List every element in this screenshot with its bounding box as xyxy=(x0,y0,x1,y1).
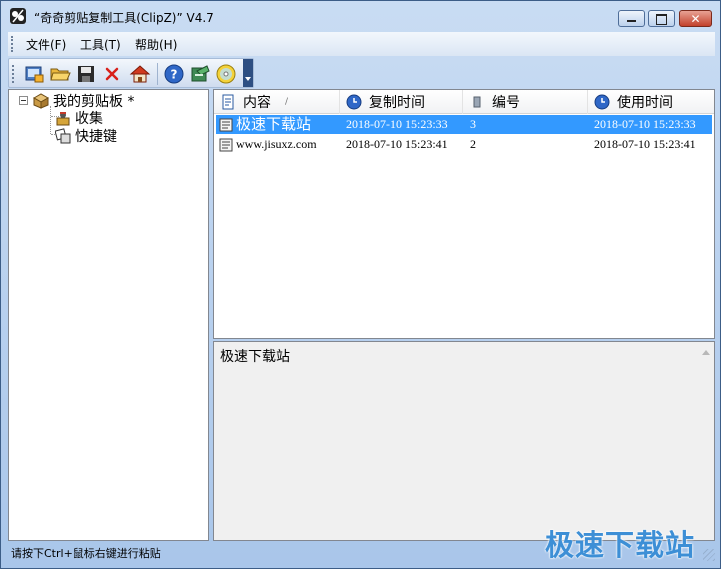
delete-icon[interactable] xyxy=(101,63,123,85)
maximize-button[interactable] xyxy=(648,10,675,27)
app-window: “奇奇剪贴复制工具(ClipZ)” V4.7 ✕ 文件(F) 工具(T) 帮助(… xyxy=(0,0,721,569)
preview-text: 极速下载站 xyxy=(220,349,290,365)
id-icon xyxy=(473,96,481,108)
help-icon[interactable]: ? xyxy=(163,63,185,85)
status-text: 请按下Ctrl+鼠标右键进行粘贴 xyxy=(11,547,161,560)
column-content-label: 内容 xyxy=(243,95,271,111)
menu-file[interactable]: 文件(F) xyxy=(26,36,66,53)
tree-item-shortcuts-label: 快捷键 xyxy=(75,129,117,145)
clipboard-tree[interactable]: 我的剪贴板 * 收集 快捷键 xyxy=(8,89,209,541)
title-bar[interactable]: “奇奇剪贴复制工具(ClipZ)” V4.7 ✕ xyxy=(1,1,720,31)
svg-text:?: ? xyxy=(171,68,178,82)
toolbar-grip[interactable] xyxy=(12,65,15,83)
home-icon[interactable] xyxy=(129,63,151,85)
row-content: www.jisuxz.com xyxy=(218,136,317,153)
row-content-text: 极速下载站 xyxy=(236,115,312,133)
save-icon[interactable] xyxy=(75,63,97,85)
collect-icon xyxy=(56,112,70,126)
column-header-use-time[interactable]: 使用时间 xyxy=(588,90,714,114)
row-use-time: 2018-07-10 15:23:41 xyxy=(594,137,696,151)
menu-bar: 文件(F) 工具(T) 帮助(H) xyxy=(8,32,715,56)
text-clip-icon xyxy=(219,138,233,151)
open-folder-icon[interactable] xyxy=(49,63,71,85)
close-button[interactable]: ✕ xyxy=(679,10,712,27)
watermark-text: 极速下载站 xyxy=(545,528,696,562)
column-id-label: 编号 xyxy=(492,95,520,111)
window-title: “奇奇剪贴复制工具(ClipZ)” V4.7 xyxy=(34,11,214,25)
list-header: 内容 / 复制时间 编号 使用时间 xyxy=(214,90,714,114)
list-row[interactable]: www.jisuxz.com 2018-07-10 15:23:41 2 201… xyxy=(216,135,712,154)
cd-icon[interactable] xyxy=(215,63,237,85)
toolbar-separator xyxy=(157,63,158,85)
preview-scrollbar[interactable] xyxy=(697,342,714,540)
minimize-icon xyxy=(619,12,644,22)
sort-indicator: / xyxy=(285,97,289,107)
row-use-time: 2018-07-10 15:23:33 xyxy=(594,117,696,131)
box-icon xyxy=(33,93,49,109)
tree-item-collect[interactable]: 收集 xyxy=(55,108,103,128)
row-id: 3 xyxy=(470,117,476,131)
row-copy-time: 2018-07-10 15:23:33 xyxy=(346,117,448,131)
new-clip-icon[interactable] xyxy=(23,63,45,85)
clock-icon xyxy=(346,94,362,110)
list-row[interactable]: 极速下载站 2018-07-10 15:23:33 3 2018-07-10 1… xyxy=(216,115,712,134)
resize-grip[interactable] xyxy=(703,549,715,561)
tree-item-collect-label: 收集 xyxy=(75,111,103,127)
menu-grip[interactable] xyxy=(11,36,14,52)
settings-icon[interactable] xyxy=(189,63,211,85)
clock-icon xyxy=(594,94,610,110)
menu-help[interactable]: 帮助(H) xyxy=(135,36,177,53)
scroll-up-icon[interactable] xyxy=(702,350,710,355)
column-header-id[interactable]: 编号 xyxy=(463,90,588,114)
minimize-button[interactable] xyxy=(618,10,645,27)
toolbar-overflow-button[interactable] xyxy=(243,59,253,87)
clip-preview[interactable]: 极速下载站 xyxy=(213,341,715,541)
row-content-text: www.jisuxz.com xyxy=(236,137,317,151)
row-id: 2 xyxy=(470,137,476,151)
row-copy-time: 2018-07-10 15:23:41 xyxy=(346,137,448,151)
column-use-time-label: 使用时间 xyxy=(617,95,673,111)
menu-tools[interactable]: 工具(T) xyxy=(80,36,121,53)
toolbar: ? xyxy=(8,58,254,88)
clip-list[interactable]: 内容 / 复制时间 编号 使用时间 极速下载站 2018-07-10 15:23… xyxy=(213,89,715,339)
tree-item-shortcuts[interactable]: 快捷键 xyxy=(55,126,117,146)
tree-collapse-toggle[interactable] xyxy=(19,96,28,105)
maximize-icon xyxy=(649,12,674,25)
row-content: 极速下载站 xyxy=(218,116,311,133)
column-copy-time-label: 复制时间 xyxy=(369,95,425,111)
document-icon xyxy=(222,94,234,110)
app-logo-icon xyxy=(10,8,26,24)
close-icon: ✕ xyxy=(690,12,701,26)
text-clip-icon xyxy=(219,118,233,131)
shortcut-keys-icon xyxy=(55,128,71,144)
column-header-copy-time[interactable]: 复制时间 xyxy=(340,90,463,114)
column-header-content[interactable]: 内容 / xyxy=(214,90,340,114)
